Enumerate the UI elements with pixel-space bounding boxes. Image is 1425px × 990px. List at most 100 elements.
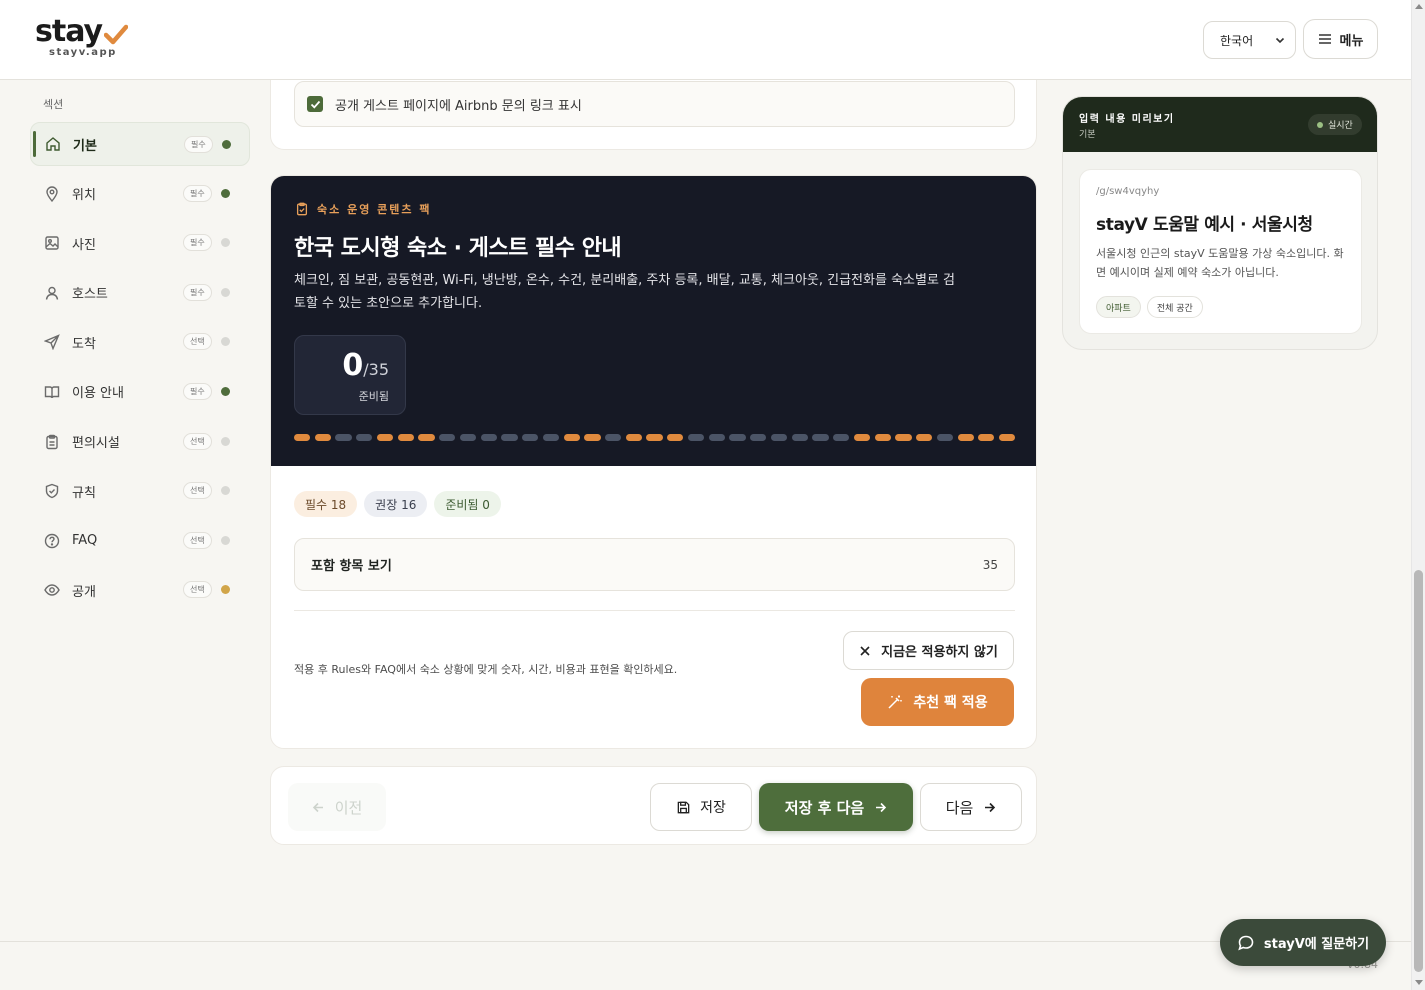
ask-stayv-chat-button[interactable]: stayV에 질문하기 [1220,919,1386,966]
pack-pills: 필수 18 권장 16 준비됨 0 [294,491,501,517]
optional-badge: 선택 [183,432,212,450]
step-navigation: 이전 저장 저장 후 다음 다음 [270,766,1037,845]
sidebar-item-label: 호스트 [72,287,108,303]
progress-dash [874,434,891,441]
sidebar-item-basic[interactable]: 기본 필수 [30,122,250,166]
content-pack-hero: 숙소 운영 콘텐츠 팩 한국 도시형 숙소 · 게스트 필수 안내 체크인, 짐… [271,176,1036,466]
pack-title: 한국 도시형 숙소 · 게스트 필수 안내 [294,236,622,261]
sidebar-item-faq[interactable]: FAQ 선택 [30,519,250,563]
included-items-toggle[interactable]: 포함 항목 보기 35 [294,538,1015,591]
scroll-thumb[interactable] [1414,570,1423,972]
airbnb-link-checkbox[interactable] [307,96,323,112]
progress-dash [605,434,622,441]
section-sidebar: 섹션 기본 필수 위치 필수 사진 필수 호스트 필수 도착 선택 이용 안내 … [30,96,250,618]
sidebar-item-publish[interactable]: 공개 선택 [30,568,250,612]
included-items-label: 포함 항목 보기 [311,559,392,574]
sidebar-item-arrival[interactable]: 도착 선택 [30,320,250,364]
chat-label: stayV에 질문하기 [1263,937,1370,952]
scroll-up-arrow-icon[interactable] [1415,4,1423,9]
arrow-left-icon [312,802,323,812]
skip-pack-button[interactable]: 지금은 적용하지 않기 [843,631,1014,670]
prev-button[interactable]: 이전 [288,783,386,831]
sidebar-item-label: 기본 [73,138,97,154]
live-label: 실시간 [1328,121,1353,131]
save-and-next-button[interactable]: 저장 후 다음 [759,783,913,831]
optional-badge: 선택 [183,531,212,549]
airbnb-link-label: 공개 게스트 페이지에 Airbnb 문의 링크 표시 [335,98,582,114]
status-dot [221,337,230,347]
live-badge: 실시간 [1308,114,1362,135]
progress-dash [667,434,684,441]
pack-progress-dashes [294,434,1016,442]
progress-dash [314,434,331,441]
airbnb-link-toggle[interactable]: 공개 게스트 페이지에 Airbnb 문의 링크 표시 [294,81,1015,127]
clipboard-icon [44,434,60,450]
progress-dash [895,434,912,441]
next-label: 다음 [945,798,974,817]
progress-dash [853,434,871,441]
progress-dash [957,434,974,441]
sidebar-item-label: 도착 [72,336,96,352]
sidebar-item-host[interactable]: 호스트 필수 [30,271,250,315]
optional-badge: 선택 [183,482,212,500]
included-items-count: 35 [982,557,998,572]
preview-listing-name: stayV 도움말 예시 · 서울시청 [1096,215,1313,235]
sidebar-item-location[interactable]: 위치 필수 [30,172,250,216]
shield-icon [44,483,60,499]
ready-count-pill: 준비됨 0 [434,491,501,517]
footer-divider [0,941,1411,942]
required-badge: 필수 [184,136,213,153]
status-dot [222,140,231,149]
sidebar-item-guide[interactable]: 이용 안내 필수 [30,370,250,414]
preview-description: 서울시청 인근의 stayV 도움말용 가상 숙소입니다. 화면 예시이며 실제… [1096,247,1344,279]
progress-dash [501,434,518,441]
progress-dash [294,434,311,441]
preview-slug: /g/sw4vqyhy [1096,186,1160,197]
progress-dash [480,434,497,441]
language-select[interactable]: 한국어 [1203,21,1296,59]
status-dot [221,386,230,396]
status-dot [221,436,230,446]
preview-title: 입력 내용 미리보기 [1079,114,1175,125]
divider [294,610,1015,611]
status-dot [221,188,230,198]
progress-dash [978,434,995,441]
save-button[interactable]: 저장 [650,783,752,831]
progress-dash [687,434,705,441]
apply-pack-label: 추천 팩 적용 [913,695,988,711]
sidebar-item-amenities[interactable]: 편의시설 선택 [30,420,250,464]
sidebar-item-rules[interactable]: 규칙 선택 [30,469,250,513]
sidebar-item-photos[interactable]: 사진 필수 [30,221,250,265]
progress-dash [625,434,642,441]
sidebar-item-label: FAQ [72,533,98,549]
progress-dash [397,434,414,441]
pack-eyebrow: 숙소 운영 콘텐츠 팩 [295,201,431,217]
save-label: 저장 [700,800,726,816]
ready-label: 준비됨 [358,390,389,403]
close-icon [860,645,870,656]
pack-eyebrow-text: 숙소 운영 콘텐츠 팩 [317,203,432,216]
progress-dash [418,434,435,441]
live-dot [1317,121,1323,128]
home-icon [45,136,61,152]
page-scrollbar[interactable] [1411,0,1425,990]
arrow-right-icon [876,802,887,812]
menu-button[interactable]: 메뉴 [1303,19,1378,59]
preview-card: /g/sw4vqyhy stayV 도움말 예시 · 서울시청 서울시청 인근의… [1079,169,1362,334]
next-button[interactable]: 다음 [920,783,1022,831]
logo[interactable]: stay stayv.app [35,14,129,58]
arrow-right-icon [985,802,996,812]
sidebar-item-label: 사진 [72,237,96,253]
progress-dash [356,434,373,441]
apply-pack-button[interactable]: 추천 팩 적용 [861,678,1014,726]
progress-dash [791,434,808,441]
progress-dash [770,434,788,441]
sidebar-item-label: 공개 [72,584,96,600]
content-pack-card: 숙소 운영 콘텐츠 팩 한국 도시형 숙소 · 게스트 필수 안내 체크인, 짐… [270,175,1037,749]
scroll-down-arrow-icon[interactable] [1415,980,1423,985]
sidebar-item-label: 위치 [72,188,96,204]
ready-count: 0 [342,348,364,383]
eye-icon [44,582,60,598]
progress-dash [584,434,601,441]
progress-dash [998,434,1016,441]
